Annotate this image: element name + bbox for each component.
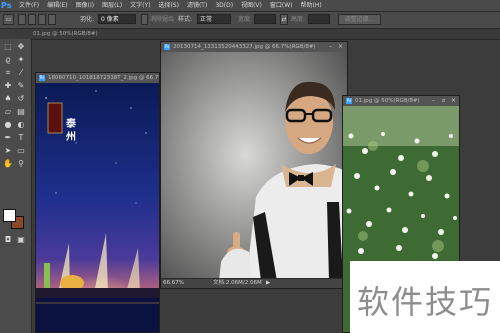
status-bar: 66.67% 文档:2.06M/2.06M ▶ bbox=[161, 278, 347, 288]
menu-type[interactable]: 文字(Y) bbox=[130, 1, 150, 10]
feather-input[interactable]: 0 像素 bbox=[98, 14, 136, 24]
swap-dimensions-icon[interactable]: ⇄ bbox=[280, 14, 288, 25]
menu-help[interactable]: 帮助(H) bbox=[301, 1, 322, 10]
zoom-icon[interactable]: ⚲ bbox=[16, 159, 26, 169]
menu-edit[interactable]: 编辑(E) bbox=[47, 1, 67, 10]
close-icon[interactable]: × bbox=[337, 44, 344, 50]
feather-label: 羽化: bbox=[80, 16, 95, 23]
width-label: 宽度: bbox=[238, 16, 253, 23]
maximize-icon[interactable]: ▫ bbox=[440, 98, 447, 104]
brush-icon[interactable]: ✎ bbox=[16, 81, 26, 91]
lasso-icon[interactable]: ϱ bbox=[3, 55, 13, 65]
style-label: 样式: bbox=[178, 16, 193, 23]
eyedropper-icon[interactable]: ⁄ bbox=[16, 68, 26, 78]
healing-icon[interactable]: ✚ bbox=[3, 81, 13, 91]
photoshop-logo: Ps bbox=[1, 1, 12, 10]
selection-intersect-icon[interactable] bbox=[48, 14, 56, 25]
quick-mask-icon[interactable]: ◘ bbox=[3, 235, 13, 245]
screen-mode-icon[interactable]: ▣ bbox=[16, 235, 26, 245]
status-arrow-icon[interactable]: ▶ bbox=[266, 279, 270, 288]
document-window-taizhou[interactable]: Ps 18060710_10181872338T_2.jpg @ 66.7% 泰… bbox=[35, 72, 160, 333]
document-tab-bar: 01.jpg @ 50%(RGB/8#) bbox=[15, 29, 500, 40]
options-bar: ▭ 羽化: 0 像素 消除锯齿 样式: 正常 宽度: ⇄ 高度: 调整边缘... bbox=[0, 12, 500, 29]
menu-layer[interactable]: 图层(L) bbox=[102, 1, 122, 10]
ps-doc-icon: Ps bbox=[164, 44, 170, 50]
menu-image[interactable]: 图像(I) bbox=[76, 1, 94, 10]
selection-add-icon[interactable] bbox=[28, 14, 36, 25]
width-input[interactable] bbox=[254, 14, 276, 24]
watermark-box: 软件技巧 bbox=[350, 261, 500, 333]
eraser-icon[interactable]: ▱ bbox=[3, 107, 13, 117]
zoom-level[interactable]: 66.67% bbox=[163, 279, 184, 288]
dodge-icon[interactable]: ◐ bbox=[16, 120, 26, 130]
close-icon[interactable]: × bbox=[450, 98, 457, 104]
crop-icon[interactable]: ⌗ bbox=[3, 68, 13, 78]
pen-icon[interactable]: ✒ bbox=[3, 133, 13, 143]
antialias-label: 消除锯齿 bbox=[150, 16, 175, 23]
stamp-icon[interactable]: ♠ bbox=[3, 94, 13, 104]
minimize-icon[interactable]: – bbox=[430, 98, 437, 104]
menu-bar: Ps 文件(F) 编辑(E) 图像(I) 图层(L) 文字(Y) 选择(S) 滤… bbox=[0, 0, 500, 12]
minimize-icon[interactable]: – bbox=[327, 44, 334, 50]
shape-icon[interactable]: ▭ bbox=[16, 146, 26, 156]
height-label: 高度: bbox=[291, 16, 306, 23]
watermark-text: 软件技巧 bbox=[357, 283, 494, 321]
refine-edge-button[interactable]: 调整边缘... bbox=[338, 14, 381, 25]
window-title: 20130714_13313520443327.jpg @ 66.7%(RGB/… bbox=[173, 44, 316, 50]
document-size: 文档:2.06M/2.06M bbox=[213, 280, 262, 286]
history-brush-icon[interactable]: ↺ bbox=[16, 94, 26, 104]
document-window-portrait[interactable]: Ps 20130714_13313520443327.jpg @ 66.7%(R… bbox=[160, 41, 348, 289]
taizhou-night-image bbox=[36, 83, 159, 332]
menu-select[interactable]: 选择(S) bbox=[158, 1, 179, 10]
hand-icon[interactable]: ✋ bbox=[3, 159, 13, 169]
ps-doc-icon: Ps bbox=[39, 75, 45, 81]
tool-preset-marquee-icon[interactable]: ▭ bbox=[3, 14, 14, 25]
ps-doc-icon: Ps bbox=[346, 98, 352, 104]
portrait-image bbox=[161, 52, 347, 281]
move-icon[interactable]: ✥ bbox=[16, 42, 26, 52]
menu-filter[interactable]: 滤镜(T) bbox=[187, 1, 207, 10]
tools-panel: ⬚ ✥ ϱ ✦ ⌗ ⁄ ✚ ✎ ♠ ↺ ▱ ▤ ● ◐ ✒ T ➤ ▭ ✋ ⚲ … bbox=[0, 39, 32, 333]
selection-new-icon[interactable] bbox=[18, 14, 26, 25]
magic-wand-icon[interactable]: ✦ bbox=[16, 55, 26, 65]
menu-window[interactable]: 窗口(W) bbox=[270, 1, 293, 10]
menu-3d[interactable]: 3D(D) bbox=[215, 1, 233, 10]
height-input[interactable] bbox=[308, 14, 330, 24]
tab-document[interactable]: 01.jpg @ 50%(RGB/8#) bbox=[33, 30, 98, 38]
style-select[interactable]: 正常 bbox=[197, 14, 231, 24]
main-menu: 文件(F) 编辑(E) 图像(I) 图层(L) 文字(Y) 选择(S) 滤镜(T… bbox=[19, 1, 330, 10]
blur-icon[interactable]: ● bbox=[3, 120, 13, 130]
window-title: 01.jpg @ 50%(RGB/8#) bbox=[355, 98, 420, 104]
menu-view[interactable]: 视图(V) bbox=[241, 1, 262, 10]
selection-subtract-icon[interactable] bbox=[38, 14, 46, 25]
city-sign: 泰州 bbox=[66, 119, 76, 143]
type-icon[interactable]: T bbox=[16, 133, 26, 143]
window-title: 18060710_10181872338T_2.jpg @ 66.7% bbox=[48, 75, 160, 81]
menu-file[interactable]: 文件(F) bbox=[19, 1, 39, 10]
marquee-icon[interactable]: ⬚ bbox=[3, 42, 13, 52]
foreground-color-swatch[interactable] bbox=[3, 209, 16, 222]
path-select-icon[interactable]: ➤ bbox=[3, 146, 13, 156]
antialias-checkbox[interactable] bbox=[141, 14, 148, 25]
gradient-icon[interactable]: ▤ bbox=[16, 107, 26, 117]
